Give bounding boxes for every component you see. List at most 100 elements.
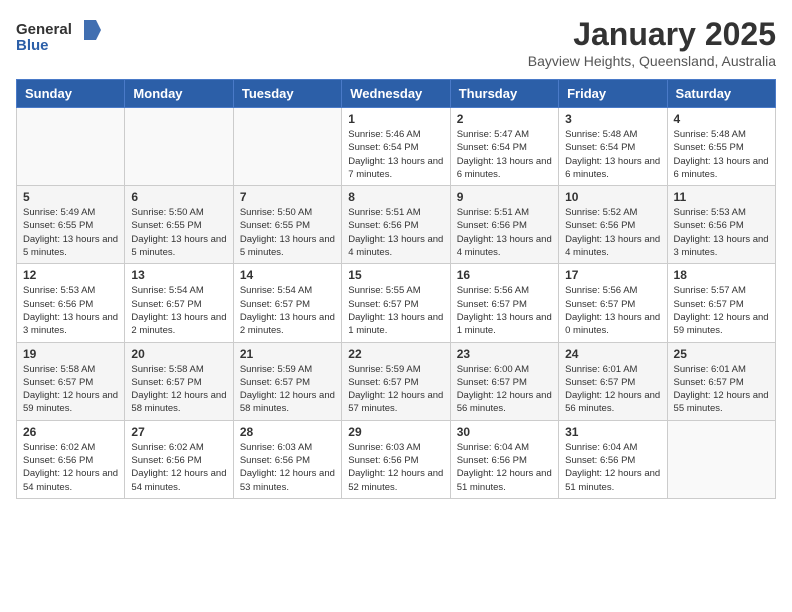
day-number: 29: [348, 425, 443, 439]
calendar-cell: [17, 108, 125, 186]
calendar-cell: 14 Sunrise: 5:54 AM Sunset: 6:57 PM Dayli…: [233, 264, 341, 342]
cell-info: Sunrise: 5:56 AM Sunset: 6:57 PM Dayligh…: [457, 284, 552, 337]
calendar-cell: 15 Sunrise: 5:55 AM Sunset: 6:57 PM Dayli…: [342, 264, 450, 342]
day-number: 27: [131, 425, 226, 439]
day-number: 1: [348, 112, 443, 126]
calendar-cell: 4Sunrise: 5:48 AM Sunset: 6:55 PM Daylig…: [667, 108, 775, 186]
calendar-week-row: 5 Sunrise: 5:49 AM Sunset: 6:55 PM Daylig…: [17, 186, 776, 264]
cell-info: Sunrise: 5:53 AM Sunset: 6:56 PM Dayligh…: [23, 284, 118, 337]
day-number: 14: [240, 268, 335, 282]
calendar-cell: [233, 108, 341, 186]
cell-info: Sunrise: 6:04 AM Sunset: 6:56 PM Dayligh…: [457, 441, 552, 494]
calendar-week-row: 12 Sunrise: 5:53 AM Sunset: 6:56 PM Dayli…: [17, 264, 776, 342]
calendar-cell: 20 Sunrise: 5:58 AM Sunset: 6:57 PM Dayli…: [125, 342, 233, 420]
page-header: General Blue January 2025 Bayview Height…: [16, 16, 776, 69]
calendar-cell: 29 Sunrise: 6:03 AM Sunset: 6:56 PM Dayli…: [342, 420, 450, 498]
weekday-header-sunday: Sunday: [17, 80, 125, 108]
cell-info: Sunrise: 6:04 AM Sunset: 6:56 PM Dayligh…: [565, 441, 660, 494]
calendar-cell: 27Sunrise: 6:02 AM Sunset: 6:56 PM Dayli…: [125, 420, 233, 498]
calendar-cell: 26Sunrise: 6:02 AM Sunset: 6:56 PM Dayli…: [17, 420, 125, 498]
cell-info: Sunrise: 5:50 AM Sunset: 6:55 PM Dayligh…: [131, 206, 226, 259]
cell-info: Sunrise: 5:56 AM Sunset: 6:57 PM Dayligh…: [565, 284, 660, 337]
day-number: 30: [457, 425, 552, 439]
weekday-header-friday: Friday: [559, 80, 667, 108]
day-number: 28: [240, 425, 335, 439]
calendar-cell: 25Sunrise: 6:01 AM Sunset: 6:57 PM Dayli…: [667, 342, 775, 420]
cell-info: Sunrise: 5:50 AM Sunset: 6:55 PM Dayligh…: [240, 206, 335, 259]
calendar-week-row: 26Sunrise: 6:02 AM Sunset: 6:56 PM Dayli…: [17, 420, 776, 498]
cell-info: Sunrise: 5:48 AM Sunset: 6:54 PM Dayligh…: [565, 128, 660, 181]
cell-info: Sunrise: 6:01 AM Sunset: 6:57 PM Dayligh…: [674, 363, 769, 416]
calendar-cell: 5 Sunrise: 5:49 AM Sunset: 6:55 PM Daylig…: [17, 186, 125, 264]
cell-info: Sunrise: 5:47 AM Sunset: 6:54 PM Dayligh…: [457, 128, 552, 181]
calendar-cell: 31 Sunrise: 6:04 AM Sunset: 6:56 PM Dayli…: [559, 420, 667, 498]
day-number: 6: [131, 190, 226, 204]
day-number: 3: [565, 112, 660, 126]
cell-info: Sunrise: 5:51 AM Sunset: 6:56 PM Dayligh…: [457, 206, 552, 259]
calendar-cell: 8Sunrise: 5:51 AM Sunset: 6:56 PM Daylig…: [342, 186, 450, 264]
day-number: 2: [457, 112, 552, 126]
calendar-cell: 12 Sunrise: 5:53 AM Sunset: 6:56 PM Dayli…: [17, 264, 125, 342]
calendar-cell: 22Sunrise: 5:59 AM Sunset: 6:57 PM Dayli…: [342, 342, 450, 420]
day-number: 20: [131, 347, 226, 361]
calendar-cell: 11 Sunrise: 5:53 AM Sunset: 6:56 PM Dayli…: [667, 186, 775, 264]
day-number: 12: [23, 268, 118, 282]
svg-text:Blue: Blue: [16, 37, 49, 54]
cell-info: Sunrise: 6:03 AM Sunset: 6:56 PM Dayligh…: [240, 441, 335, 494]
weekday-header-thursday: Thursday: [450, 80, 558, 108]
day-number: 9: [457, 190, 552, 204]
calendar-cell: 30 Sunrise: 6:04 AM Sunset: 6:56 PM Dayli…: [450, 420, 558, 498]
weekday-header-row: SundayMondayTuesdayWednesdayThursdayFrid…: [17, 80, 776, 108]
day-number: 26: [23, 425, 118, 439]
calendar-cell: 1 Sunrise: 5:46 AM Sunset: 6:54 PM Daylig…: [342, 108, 450, 186]
cell-info: Sunrise: 5:54 AM Sunset: 6:57 PM Dayligh…: [240, 284, 335, 337]
calendar-cell: 24 Sunrise: 6:01 AM Sunset: 6:57 PM Dayli…: [559, 342, 667, 420]
cell-info: Sunrise: 5:52 AM Sunset: 6:56 PM Dayligh…: [565, 206, 660, 259]
day-number: 15: [348, 268, 443, 282]
day-number: 13: [131, 268, 226, 282]
day-number: 16: [457, 268, 552, 282]
cell-info: Sunrise: 5:59 AM Sunset: 6:57 PM Dayligh…: [348, 363, 443, 416]
cell-info: Sunrise: 5:58 AM Sunset: 6:57 PM Dayligh…: [131, 363, 226, 416]
weekday-header-wednesday: Wednesday: [342, 80, 450, 108]
day-number: 31: [565, 425, 660, 439]
calendar-cell: 10Sunrise: 5:52 AM Sunset: 6:56 PM Dayli…: [559, 186, 667, 264]
calendar-table: SundayMondayTuesdayWednesdayThursdayFrid…: [16, 79, 776, 499]
day-number: 5: [23, 190, 118, 204]
calendar-cell: 23 Sunrise: 6:00 AM Sunset: 6:57 PM Dayli…: [450, 342, 558, 420]
cell-info: Sunrise: 5:59 AM Sunset: 6:57 PM Dayligh…: [240, 363, 335, 416]
cell-info: Sunrise: 5:49 AM Sunset: 6:55 PM Dayligh…: [23, 206, 118, 259]
day-number: 11: [674, 190, 769, 204]
cell-info: Sunrise: 5:46 AM Sunset: 6:54 PM Dayligh…: [348, 128, 443, 181]
cell-info: Sunrise: 5:57 AM Sunset: 6:57 PM Dayligh…: [674, 284, 769, 337]
logo: General Blue: [16, 16, 106, 61]
day-number: 21: [240, 347, 335, 361]
day-number: 7: [240, 190, 335, 204]
cell-info: Sunrise: 6:00 AM Sunset: 6:57 PM Dayligh…: [457, 363, 552, 416]
svg-text:General: General: [16, 21, 72, 38]
cell-info: Sunrise: 6:03 AM Sunset: 6:56 PM Dayligh…: [348, 441, 443, 494]
calendar-cell: 3 Sunrise: 5:48 AM Sunset: 6:54 PM Daylig…: [559, 108, 667, 186]
day-number: 23: [457, 347, 552, 361]
calendar-cell: [667, 420, 775, 498]
calendar-week-row: 1 Sunrise: 5:46 AM Sunset: 6:54 PM Daylig…: [17, 108, 776, 186]
cell-info: Sunrise: 5:48 AM Sunset: 6:55 PM Dayligh…: [674, 128, 769, 181]
calendar-cell: 7 Sunrise: 5:50 AM Sunset: 6:55 PM Daylig…: [233, 186, 341, 264]
calendar-cell: 21 Sunrise: 5:59 AM Sunset: 6:57 PM Dayli…: [233, 342, 341, 420]
calendar-cell: 17 Sunrise: 5:56 AM Sunset: 6:57 PM Dayli…: [559, 264, 667, 342]
calendar-cell: 6 Sunrise: 5:50 AM Sunset: 6:55 PM Daylig…: [125, 186, 233, 264]
cell-info: Sunrise: 5:53 AM Sunset: 6:56 PM Dayligh…: [674, 206, 769, 259]
cell-info: Sunrise: 6:01 AM Sunset: 6:57 PM Dayligh…: [565, 363, 660, 416]
logo-text: General Blue: [16, 16, 106, 61]
day-number: 17: [565, 268, 660, 282]
cell-info: Sunrise: 5:54 AM Sunset: 6:57 PM Dayligh…: [131, 284, 226, 337]
calendar-cell: 19Sunrise: 5:58 AM Sunset: 6:57 PM Dayli…: [17, 342, 125, 420]
cell-info: Sunrise: 5:55 AM Sunset: 6:57 PM Dayligh…: [348, 284, 443, 337]
day-number: 18: [674, 268, 769, 282]
weekday-header-tuesday: Tuesday: [233, 80, 341, 108]
day-number: 24: [565, 347, 660, 361]
title-area: January 2025 Bayview Heights, Queensland…: [528, 16, 776, 69]
calendar-cell: 9 Sunrise: 5:51 AM Sunset: 6:56 PM Daylig…: [450, 186, 558, 264]
calendar-cell: [125, 108, 233, 186]
location-title: Bayview Heights, Queensland, Australia: [528, 53, 776, 69]
